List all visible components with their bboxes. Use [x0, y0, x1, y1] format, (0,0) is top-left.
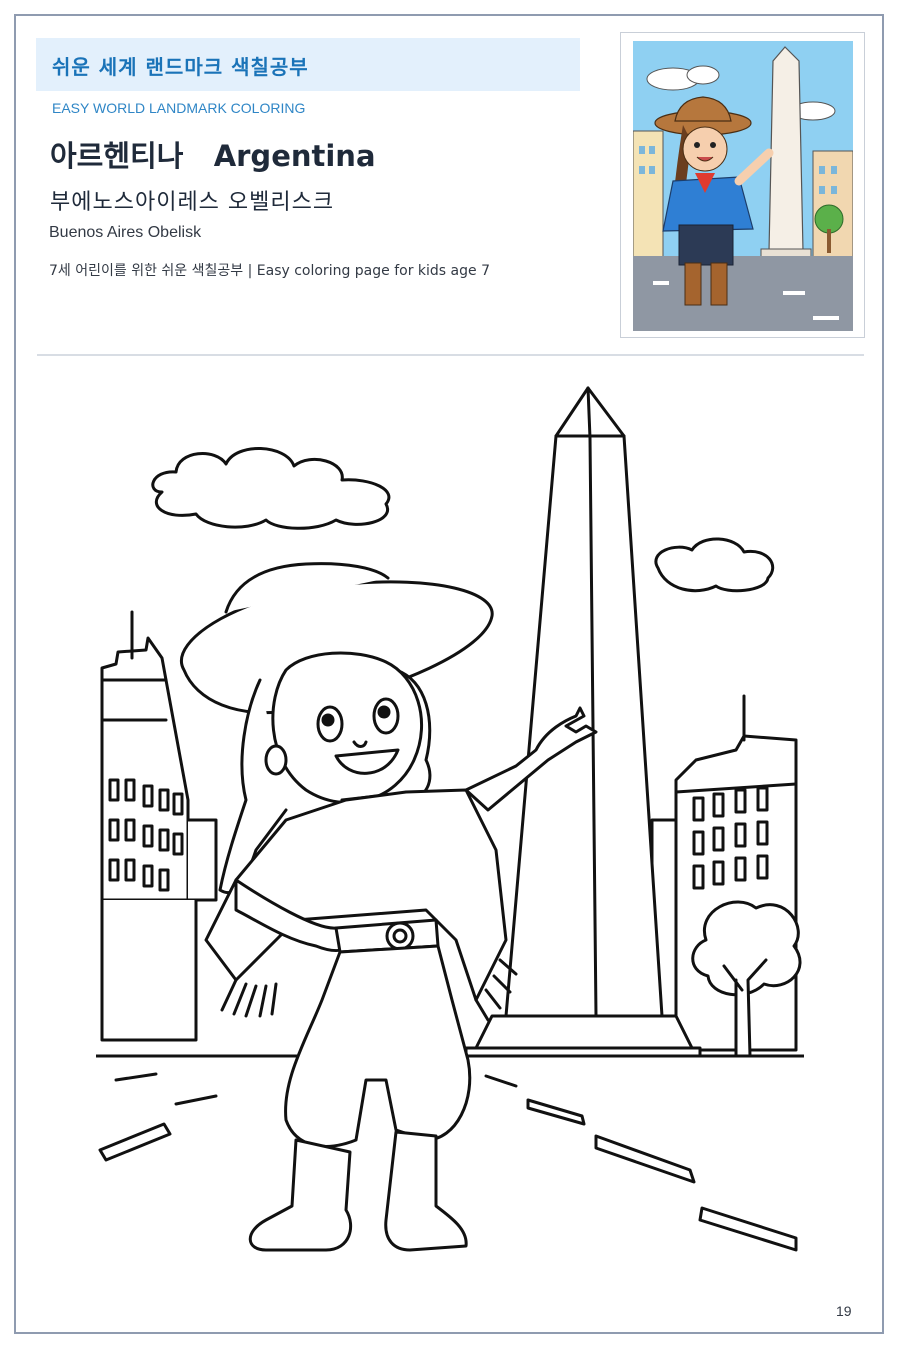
- landmark-name-ko: 부에노스아이레스 오벨리스크: [50, 190, 335, 215]
- page-number: 19: [836, 1303, 852, 1319]
- country-title: 아르헨티나 Argentina: [50, 139, 376, 173]
- series-title-en: EASY WORLD LANDMARK COLORING: [52, 100, 306, 116]
- cloud-right: [654, 537, 775, 593]
- age-note: 7세 어린이를 위한 쉬운 색칠공부 | Easy coloring page …: [49, 263, 490, 279]
- header-divider: [37, 354, 864, 356]
- series-title-band: 쉬운 세계 랜드마크 색칠공부: [36, 38, 580, 91]
- series-title-ko: 쉬운 세계 랜드마크 색칠공부: [52, 55, 309, 79]
- landmark-name-en: Buenos Aires Obelisk: [49, 224, 202, 241]
- coloring-illustration: [96, 386, 804, 1252]
- color-reference-thumbnail: [620, 32, 865, 338]
- cloud-left: [151, 447, 391, 530]
- building-right: [650, 694, 798, 1052]
- color-reference-image: [633, 41, 853, 331]
